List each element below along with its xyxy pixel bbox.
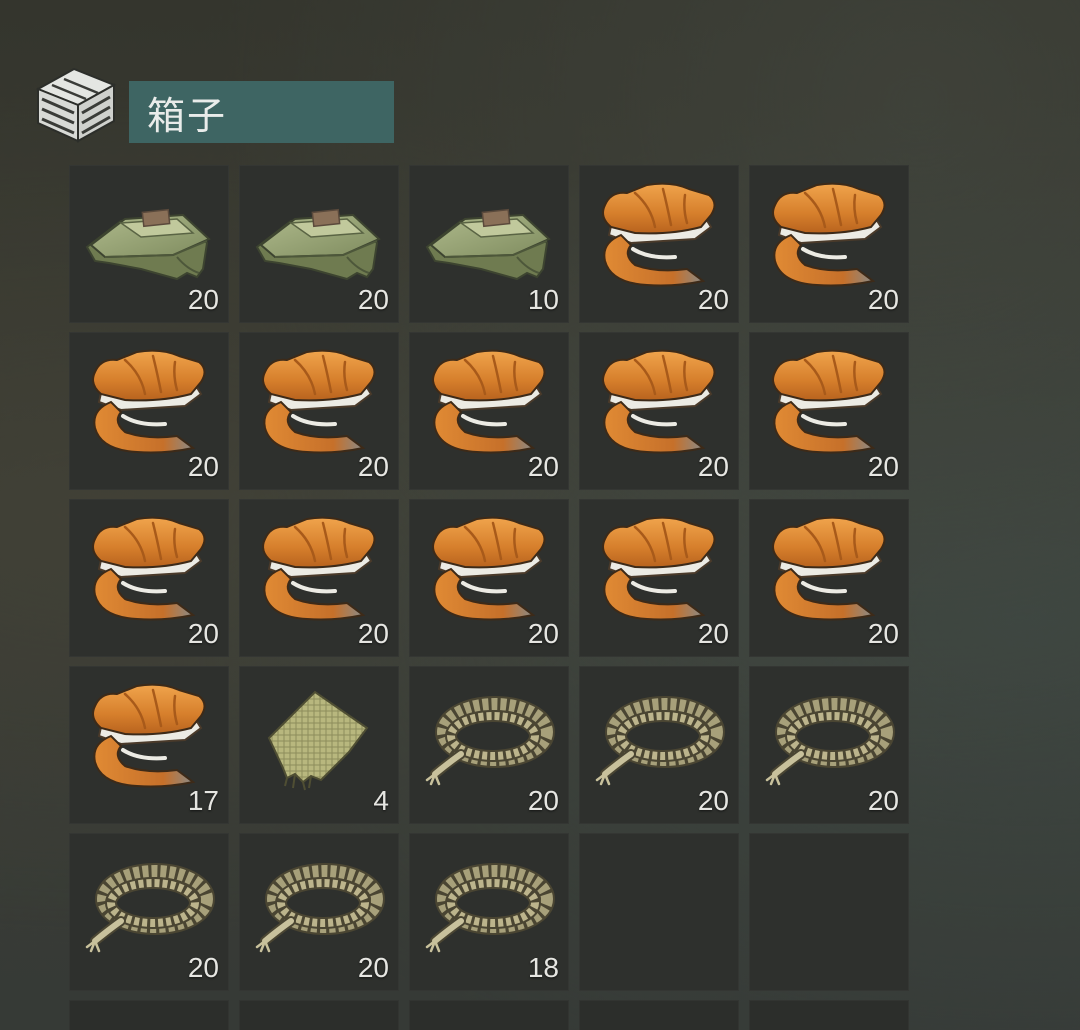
item-quantity: 20 xyxy=(357,618,389,649)
fox-fur-icon xyxy=(91,348,207,455)
inventory-slot-fox-fur[interactable]: 20 xyxy=(409,332,569,490)
rope-icon xyxy=(421,678,557,798)
item-quantity: 4 xyxy=(373,785,389,816)
item-quantity: 18 xyxy=(527,952,559,983)
inventory-slot-fox-fur[interactable]: 20 xyxy=(409,499,569,657)
item-quantity: 20 xyxy=(187,618,219,649)
rope-icon xyxy=(81,845,217,965)
container-title-bar: 箱子 xyxy=(129,81,394,143)
item-quantity: 20 xyxy=(867,785,899,816)
inventory-slot-cloth[interactable]: 10 xyxy=(409,165,569,323)
inventory-slot-fox-fur[interactable]: 20 xyxy=(69,499,229,657)
item-quantity: 20 xyxy=(357,284,389,315)
inventory-slot-rope[interactable]: 20 xyxy=(69,833,229,991)
item-quantity: 20 xyxy=(867,451,899,482)
inventory-slot-rope[interactable]: 18 xyxy=(409,833,569,991)
fox-fur-icon xyxy=(771,181,887,288)
item-quantity: 20 xyxy=(527,785,559,816)
inventory-slot-fox-fur[interactable]: 20 xyxy=(69,332,229,490)
inventory-slot-fox-fur[interactable]: 20 xyxy=(579,499,739,657)
item-quantity: 20 xyxy=(357,451,389,482)
item-quantity: 20 xyxy=(357,952,389,983)
cloth-icon xyxy=(86,208,210,280)
inventory-slot-fox-fur[interactable]: 20 xyxy=(749,499,909,657)
inventory-slot-cloth[interactable]: 20 xyxy=(69,165,229,323)
inventory-slot-fox-fur[interactable]: 20 xyxy=(239,332,399,490)
inventory-slot-fox-fur[interactable]: 17 xyxy=(69,666,229,824)
fox-fur-icon xyxy=(91,682,207,789)
item-quantity: 20 xyxy=(697,284,729,315)
container-title: 箱子 xyxy=(147,93,228,138)
inventory-slot-offscreen[interactable] xyxy=(749,1000,909,1030)
inventory-slot-fox-fur[interactable]: 20 xyxy=(239,499,399,657)
fox-fur-icon xyxy=(771,515,887,622)
rope-icon xyxy=(251,845,387,965)
inventory-slot-rope[interactable]: 20 xyxy=(239,833,399,991)
inventory-slot-fox-fur[interactable]: 20 xyxy=(749,165,909,323)
item-quantity: 20 xyxy=(187,451,219,482)
item-quantity: 20 xyxy=(527,451,559,482)
crate-icon xyxy=(35,67,117,143)
inventory-slot-cloth[interactable]: 20 xyxy=(239,165,399,323)
inventory-slot-fox-fur[interactable]: 20 xyxy=(749,332,909,490)
inventory-slot-burlap-scrap[interactable]: 4 xyxy=(239,666,399,824)
fox-fur-icon xyxy=(601,348,717,455)
fox-fur-icon xyxy=(261,515,377,622)
item-quantity: 20 xyxy=(697,785,729,816)
fox-fur-icon xyxy=(601,181,717,288)
item-quantity: 20 xyxy=(867,284,899,315)
inventory-slot-empty[interactable] xyxy=(749,833,909,991)
cloth-icon xyxy=(256,208,380,280)
inventory-slot-offscreen[interactable] xyxy=(579,1000,739,1030)
item-quantity: 20 xyxy=(527,618,559,649)
item-quantity: 17 xyxy=(187,785,219,816)
item-quantity: 20 xyxy=(867,618,899,649)
rope-icon xyxy=(761,678,897,798)
inventory-slot-offscreen[interactable] xyxy=(239,1000,399,1030)
rope-icon xyxy=(421,845,557,965)
inventory-slot-rope[interactable]: 20 xyxy=(579,666,739,824)
fox-fur-icon xyxy=(261,348,377,455)
inventory-slot-empty[interactable] xyxy=(579,833,739,991)
burlap-scrap-icon xyxy=(268,691,368,791)
fox-fur-icon xyxy=(91,515,207,622)
item-quantity: 20 xyxy=(187,952,219,983)
inventory-slot-fox-fur[interactable]: 20 xyxy=(579,165,739,323)
inventory-slot-rope[interactable]: 20 xyxy=(749,666,909,824)
item-quantity: 20 xyxy=(697,451,729,482)
item-quantity: 20 xyxy=(187,284,219,315)
fox-fur-icon xyxy=(431,515,547,622)
inventory-slot-rope[interactable]: 20 xyxy=(409,666,569,824)
item-quantity: 10 xyxy=(527,284,559,315)
inventory-slot-fox-fur[interactable]: 20 xyxy=(579,332,739,490)
cloth-icon xyxy=(426,208,550,280)
inventory-slot-offscreen[interactable] xyxy=(409,1000,569,1030)
inventory-grid: 20 20 10 20 20 20 20 20 20 20 20 20 20 20 20 17 4 20 20 20 2… xyxy=(69,165,910,1030)
fox-fur-icon xyxy=(601,515,717,622)
inventory-slot-offscreen[interactable] xyxy=(69,1000,229,1030)
item-quantity: 20 xyxy=(697,618,729,649)
rope-icon xyxy=(591,678,727,798)
fox-fur-icon xyxy=(771,348,887,455)
fox-fur-icon xyxy=(431,348,547,455)
